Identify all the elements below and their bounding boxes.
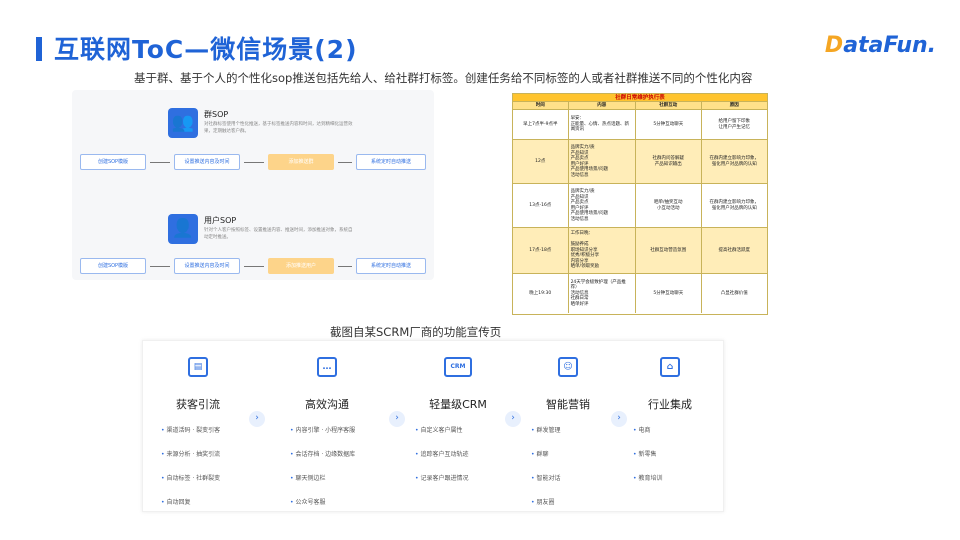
list-item: 群发管理 <box>531 425 560 449</box>
list-item: 智能对话 <box>531 473 560 497</box>
table-row: 12点 品牌实力/质 产品知识 产品卖点 用户好评 产品使用场景/问题 活动信息… <box>513 140 767 184</box>
list-item: 新零售 <box>633 449 662 473</box>
list-item: 聊天侧边栏 <box>290 473 355 497</box>
list-item: 电商 <box>633 425 662 449</box>
list-item: 公众号客服 <box>290 497 355 521</box>
table-row: 晚上19:30 24天学会极致护理（产品推荐） 活动信息 社群日常 晒单好评 5… <box>513 274 767 313</box>
list-item: 群聊 <box>531 449 560 473</box>
col-header-interact: 社群互动 <box>636 102 702 109</box>
col-header-reason: 原因 <box>729 103 739 108</box>
robot-icon: ☺ <box>558 357 578 377</box>
feature-list: 渠道活码 · 裂变引客 来源分析 · 抽奖引流 自动标签 · 社群裂变 自动回复 <box>161 425 220 521</box>
crm-icon: CRM <box>444 357 472 377</box>
list-item: 会话存档 · 边缘数据库 <box>290 449 355 473</box>
feature-title: 获客引流 <box>176 398 220 411</box>
feature-title: 行业集成 <box>648 398 692 411</box>
list-item: 自动回复 <box>161 497 220 521</box>
feature-list: 电商 新零售 教育培训 <box>633 425 662 497</box>
page-title: 互联网ToC—微信场景(2) <box>54 35 358 64</box>
feature-title: 轻量级CRM <box>429 398 487 411</box>
community-maintenance-table: 社群日常维护执行表 时间 内容 社群互动 原因 早上7点半-9点半 早安： 正能… <box>512 93 768 315</box>
list-item: 来源分析 · 抽奖引流 <box>161 449 220 473</box>
col-header-content: 内容 <box>569 102 637 109</box>
list-item: 渠道活码 · 裂变引客 <box>161 425 220 449</box>
list-item: 记录客户跟进情况 <box>415 473 468 497</box>
feature-list: 群发管理 群聊 智能对话 朋友圈 <box>531 425 560 521</box>
user-flow-step-3[interactable]: 添加推送用户 <box>268 258 334 274</box>
feature-list: 内容引擎 · 小程序客服 会话存档 · 边缘数据库 聊天侧边栏 公众号客服 <box>290 425 355 521</box>
table-title: 社群日常维护执行表 <box>513 94 767 102</box>
feature-title: 高效沟通 <box>305 398 349 411</box>
col-header-time: 时间 <box>513 102 569 109</box>
user-icon: 👤 <box>168 214 198 244</box>
table-row: 13点-16点 品牌实力/质 产品知识 产品卖点 用户好评 产品使用场景/问题 … <box>513 184 767 228</box>
group-flow-step-2[interactable]: 设置推送内容及时间 <box>174 154 240 170</box>
group-flow-step-1[interactable]: 创建SOP模版 <box>80 154 146 170</box>
scrm-feature-strip: ▤ 获客引流 渠道活码 · 裂变引客 来源分析 · 抽奖引流 自动标签 · 社群… <box>142 340 724 512</box>
user-flow-step-4[interactable]: 系统定时自动推送 <box>356 258 426 274</box>
list-item: 自定义客户属性 <box>415 425 468 449</box>
logo-letter-d: D <box>824 33 844 58</box>
list-item: 朋友圈 <box>531 497 560 521</box>
chevron-right-icon[interactable]: › <box>389 411 405 427</box>
table-header-row: 时间 内容 社群互动 原因 <box>513 102 767 110</box>
list-item: 追踪客户互动轨迹 <box>415 449 468 473</box>
sop-screenshot-panel: 👥 群SOP 对社群标签使用个性化推送，基于标签推送内容和时间，达到精细化运营效… <box>72 90 434 280</box>
list-item: 自动标签 · 社群裂变 <box>161 473 220 497</box>
feature-list: 自定义客户属性 追踪客户互动轨迹 记录客户跟进情况 <box>415 425 468 497</box>
screenshot-caption: 截图自某SCRM厂商的功能宣传页 <box>330 325 502 339</box>
user-sop-title: 用户SOP <box>204 216 237 225</box>
user-flow-step-2[interactable]: 设置推送内容及时间 <box>174 258 240 274</box>
datafun-logo: DataFun. <box>825 33 936 58</box>
group-flow-step-4[interactable]: 系统定时自动推送 <box>356 154 426 170</box>
chevron-right-icon[interactable]: › <box>505 411 521 427</box>
page-subtitle: 基于群、基于个人的个性化sop推送包括先给人、给社群打标签。创建任务给不同标签的… <box>134 71 753 85</box>
chat-icon: … <box>317 357 337 377</box>
logo-text: ataFun. <box>843 33 936 58</box>
feature-title: 智能营销 <box>546 398 590 411</box>
title-accent-bar <box>36 37 42 61</box>
group-sop-desc: 对社群标签使用个性化推送，基于标签推送内容和时间，达到精细化运营效果，定期触达客… <box>204 122 353 134</box>
chevron-right-icon[interactable]: › <box>249 411 265 427</box>
user-flow-step-1[interactable]: 创建SOP模版 <box>80 258 146 274</box>
table-row: 17点-18点 工作日晚： 鼓励养成 职场知识分享 优秀/积极分享 内容分享 晒… <box>513 228 767 274</box>
list-item: 教育培训 <box>633 473 662 497</box>
user-sop-desc: 针对个人客户按照标签、设置推送内容、推送时间，添加推送对象，系统自动定时推送。 <box>204 228 353 240</box>
group-users-icon: 👥 <box>168 108 198 138</box>
table-row: 早上7点半-9点半 早安： 正能量、心情、热点话题、新闻资讯 5分钟互动聊天 给… <box>513 110 767 140</box>
group-flow-step-3[interactable]: 添加推送群 <box>268 154 334 170</box>
group-sop-flow: 创建SOP模版 设置推送内容及时间 添加推送群 系统定时自动推送 <box>80 154 426 170</box>
phone-icon: ▤ <box>188 357 208 377</box>
user-sop-flow: 创建SOP模版 设置推送内容及时间 添加推送用户 系统定时自动推送 <box>80 258 426 274</box>
list-item: 内容引擎 · 小程序客服 <box>290 425 355 449</box>
group-sop-title: 群SOP <box>204 110 229 119</box>
building-icon: ⌂ <box>660 357 680 377</box>
chevron-right-icon[interactable]: › <box>611 411 627 427</box>
